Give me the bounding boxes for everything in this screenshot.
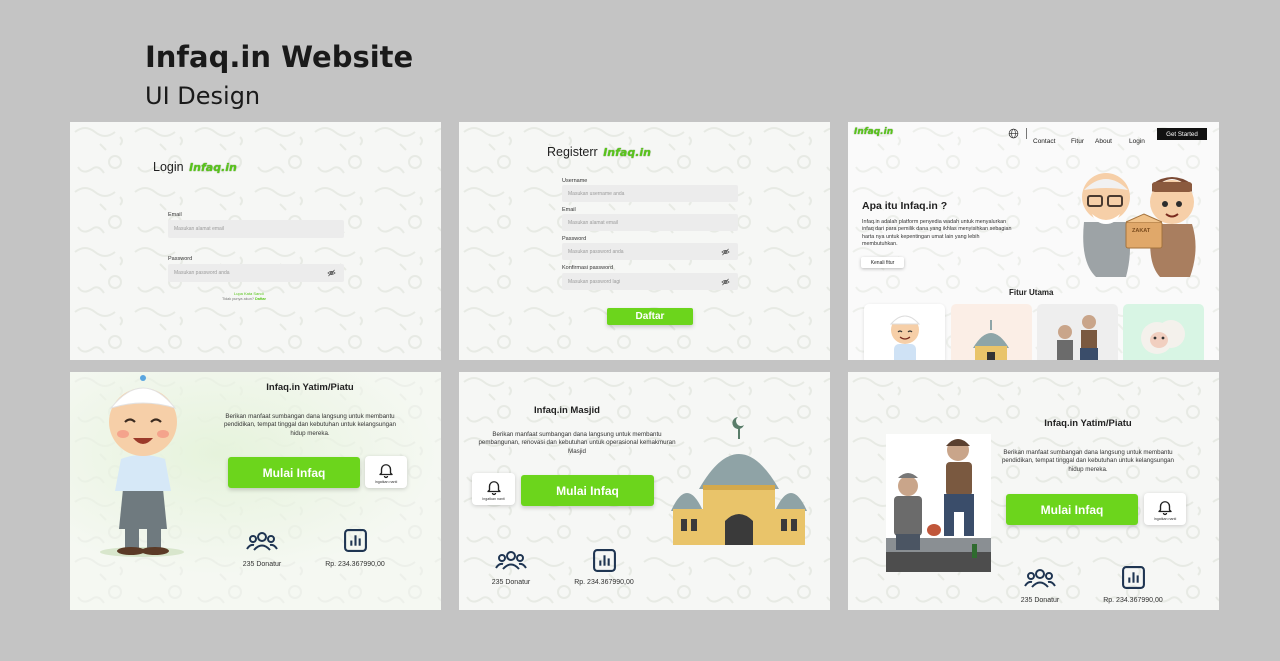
email-label: Email [562, 207, 576, 213]
mosque-illustration [671, 417, 807, 545]
program-description: Berikan manfaat sumbangan dana langsung … [223, 413, 396, 437]
nav-about[interactable]: About [1095, 138, 1112, 145]
donor-count: 235 Donatur [242, 561, 282, 568]
confirm-password-label: Konfirmasi password [562, 265, 614, 271]
page-title: Infaq.in Website [145, 40, 414, 74]
forgot-password-link[interactable]: Lupa Kata Sandi [234, 291, 264, 296]
feature-card-masjid[interactable] [951, 304, 1032, 360]
register-link[interactable]: Daftar [255, 297, 266, 301]
password-placeholder: Masukan password anda [174, 270, 230, 276]
donors-icon [246, 529, 278, 553]
collected-amount: Rp. 234.367990,00 [325, 561, 385, 568]
eye-slash-icon[interactable] [721, 247, 730, 256]
chart-icon [1121, 565, 1146, 590]
hero-description: Infaq.in adalah platform penyedia wadah … [862, 219, 1012, 247]
email-field[interactable]: Masukan alamat email [562, 214, 738, 231]
zakat-box-label: ZAKAT [1132, 228, 1151, 234]
register-screen: Registerr Infaq.in Username Masukan user… [459, 122, 830, 360]
remind-later-label: Ingatkan nanti [374, 479, 398, 484]
masjid-screen: Infaq.in Masjid Berikan manfaat sumbanga… [459, 372, 830, 610]
collected-amount: Rp. 234.367990,00 [1103, 597, 1163, 604]
remind-later-button[interactable]: Ingatkan nanti [365, 456, 407, 488]
program-title: Infaq.in Yatim/Piatu [266, 382, 354, 393]
nav-fitur[interactable]: Fitur [1071, 138, 1084, 145]
collected-amount: Rp. 234.367990,00 [574, 579, 634, 586]
chart-icon [592, 548, 617, 573]
password-field[interactable]: Masukan password anda [168, 264, 344, 282]
login-screen: Login Infaq.in Email Masukan alamat emai… [70, 122, 441, 360]
password-label: Password [562, 236, 587, 242]
confirm-password-field[interactable]: Masukan password lagi [562, 273, 738, 290]
features-title: Fitur Utama [1009, 288, 1054, 297]
password-placeholder: Masukan password anda [568, 248, 624, 255]
register-button[interactable]: Daftar [607, 308, 693, 325]
donor-count: 235 Donatur [491, 579, 531, 586]
hero-title: Apa itu Infaq.in ? [862, 200, 948, 212]
logo-text: Infaq.in [189, 161, 237, 174]
username-field[interactable]: Masukan username anda [562, 185, 738, 202]
landing-screen: Infaq.in Contact Fitur About Login Get S… [848, 122, 1219, 360]
remind-later-button[interactable]: Ingatkan nanti [1144, 493, 1186, 525]
register-heading: Registerr Infaq.in [547, 145, 651, 159]
login-title: Login [153, 160, 184, 174]
bell-icon [485, 478, 503, 496]
feature-card-qurban[interactable] [1123, 304, 1204, 360]
globe-icon[interactable] [1008, 128, 1019, 139]
email-label: Email [168, 212, 182, 218]
homeless-people-illustration [886, 434, 991, 572]
no-account-text: Tidak punya akun? [222, 297, 254, 301]
username-label: Username [562, 178, 588, 184]
start-infaq-button[interactable]: Mulai Infaq [521, 475, 654, 506]
start-infaq-button[interactable]: Mulai Infaq [1006, 494, 1138, 525]
program-title: Infaq.in Yatim/Piatu [1044, 418, 1132, 429]
password-field[interactable]: Masukan password anda [562, 243, 738, 260]
yatim-screen: Infaq.in Yatim/Piatu Berikan manfaat sum… [70, 372, 441, 610]
register-prompt: Tidak punya akun? Daftar [222, 297, 266, 301]
remind-later-label: Ingatkan nanti [482, 496, 505, 501]
bell-icon [1156, 498, 1174, 516]
doodle-background [70, 122, 441, 360]
start-infaq-button[interactable]: Mulai Infaq [228, 457, 360, 488]
register-title: Registerr [547, 145, 598, 159]
nav-divider [1026, 128, 1027, 139]
orphan-boy-illustration [100, 375, 184, 557]
mosque-thumbnail [973, 320, 1009, 360]
navbar-links: Contact [1033, 130, 1055, 148]
email-field[interactable]: Masukan alamat email [168, 220, 344, 238]
nav-login[interactable]: Login [1129, 138, 1145, 145]
get-started-button[interactable]: Get Started [1157, 128, 1207, 140]
confirm-password-placeholder: Masukan password lagi [568, 278, 621, 285]
eye-slash-icon[interactable] [327, 269, 336, 278]
donor-count: 235 Donatur [1020, 597, 1060, 604]
program-title: Infaq.in Masjid [534, 405, 600, 416]
explore-features-button[interactable]: Kenali fitur [861, 257, 904, 268]
eye-slash-icon[interactable] [721, 277, 730, 286]
dhuafa-screen: Infaq.in Yatim/Piatu Berikan manfaat sum… [848, 372, 1219, 610]
donors-icon [1024, 566, 1056, 590]
program-description: Berikan manfaat sumbangan dana langsung … [1001, 449, 1174, 473]
orphan-boy-thumbnail [889, 315, 921, 360]
navbar-logo[interactable]: Infaq.in [854, 127, 893, 137]
zakat-boys-illustration [1082, 173, 1196, 277]
homeless-thumbnail [1057, 315, 1098, 360]
remind-later-button[interactable]: Ingatkan nanti [472, 473, 515, 505]
page-subtitle: UI Design [145, 82, 261, 110]
feature-card-dhuafa[interactable] [1037, 304, 1118, 360]
feature-card-yatim[interactable] [864, 304, 945, 360]
donors-icon [495, 548, 527, 572]
program-description: Berikan manfaat sumbangan dana langsung … [478, 431, 676, 455]
sheep-thumbnail [1141, 320, 1185, 354]
chart-icon [343, 528, 368, 553]
bell-icon [377, 461, 395, 479]
remind-later-label: Ingatkan nanti [1153, 516, 1177, 521]
login-heading: Login Infaq.in [153, 160, 237, 174]
password-label: Password [168, 256, 193, 262]
nav-contact[interactable]: Contact [1033, 138, 1055, 145]
logo-text: Infaq.in [603, 146, 651, 159]
